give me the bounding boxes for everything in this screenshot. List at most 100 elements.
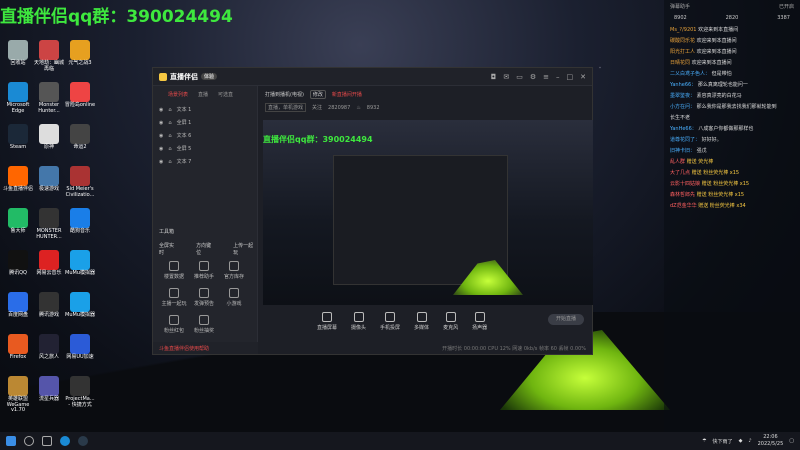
desktop-icon[interactable]: Monster Hunter... <box>33 82 65 114</box>
room-warning[interactable]: 新直播间开播 <box>332 91 362 98</box>
tool-upload[interactable]: 上传一起玩 <box>233 242 257 256</box>
desktop-icon[interactable]: 鲁大师 <box>2 208 34 235</box>
chat-username[interactable]: 二乂白鸢子色人： <box>670 71 710 77</box>
source-item[interactable]: ◉ ⌂ 全屏 1 <box>153 116 257 129</box>
desktop-icon[interactable]: 回收站 <box>2 40 34 67</box>
mic-button[interactable]: 麦克风 <box>443 312 458 331</box>
chat-username[interactable]: 墨翠鉴夜： <box>670 93 695 99</box>
edit-room-button[interactable]: 修改 <box>309 90 326 99</box>
lock-icon[interactable]: ⌂ <box>168 107 171 113</box>
clock[interactable]: 22:06 2022/5/25 <box>758 434 784 448</box>
tool-fullscreen[interactable]: 全屏实时 <box>159 242 178 256</box>
desktop-icon[interactable]: Microsoft Edge <box>2 82 34 114</box>
source-item[interactable]: ◉ ⌂ 全屏 5 <box>153 142 257 155</box>
desktop-icon[interactable]: 元气之战3 <box>64 40 96 67</box>
desktop-icon[interactable]: 百度网盘 <box>2 292 34 319</box>
desktop-icon[interactable]: Firefox <box>2 334 34 361</box>
stream-preview[interactable]: 直播伴侣qq群：390024494 <box>263 120 593 305</box>
desktop-icon[interactable]: 网易云音乐 <box>33 250 65 277</box>
menu-icon[interactable]: ≡ <box>543 73 549 81</box>
desktop-icon[interactable]: 英雄联盟WeGame v1.70 <box>2 376 34 414</box>
desktop-icon[interactable]: 命运2 <box>64 124 96 151</box>
chat-username[interactable]: Yanhe66： <box>670 82 696 88</box>
search-icon[interactable] <box>24 436 34 446</box>
desktop-icon[interactable]: 腾讯QQ <box>2 250 34 277</box>
eye-icon[interactable]: ◉ <box>159 159 163 165</box>
camera-button[interactable]: 摄像头 <box>351 312 366 331</box>
chat-status[interactable]: 已开启 <box>779 3 794 10</box>
desktop-icon[interactable]: 原神 <box>33 124 65 151</box>
lock-icon[interactable]: ⌂ <box>168 133 171 139</box>
desktop-icon[interactable]: ProjectMa... - 快捷方式 <box>64 376 96 408</box>
tool-item[interactable]: 官方库存 <box>219 261 249 280</box>
lock-icon[interactable]: ⌂ <box>168 120 171 126</box>
capture-screen-button[interactable]: 直播屏幕 <box>317 312 337 331</box>
desktop-icon[interactable]: 冒险岛online <box>64 82 96 109</box>
weather-icon[interactable]: ☂ <box>702 438 706 444</box>
shirt-icon[interactable]: ◘ <box>491 73 497 81</box>
eye-icon[interactable]: ◉ <box>159 146 163 152</box>
desktop-icon[interactable]: 酷狗音乐 <box>64 208 96 235</box>
chat-username[interactable]: 道尊花同了： <box>670 137 700 143</box>
media-button[interactable]: 多媒体 <box>414 312 429 331</box>
tool-item[interactable]: 发弹预告 <box>189 288 219 307</box>
chat-username[interactable]: 云影十四姑娘 <box>670 181 700 187</box>
desktop-icon[interactable]: 腾讯游戏 <box>33 292 65 319</box>
tool-item[interactable]: 粉丝抽奖 <box>189 315 219 334</box>
start-live-button[interactable]: 开始直播 <box>548 314 584 325</box>
chat-username[interactable]: 大了几点 <box>670 170 690 176</box>
tool-item[interactable]: 粉丝红包 <box>159 315 189 334</box>
chat-username[interactable]: 森林哲郎先 <box>670 192 695 198</box>
chat-username[interactable]: Ms_?/9201 <box>670 27 696 33</box>
source-item[interactable]: ◉ ⌂ 文本 7 <box>153 155 257 168</box>
desktop-icon[interactable]: 天地劫：幽城再临 <box>33 40 65 72</box>
room-category[interactable]: 直播，单机游戏 <box>265 103 307 112</box>
desktop-icon[interactable]: 斗鱼直播伴侣 <box>2 166 34 193</box>
chat-username[interactable]: 碳酸同乐花 <box>670 38 695 44</box>
app-badge[interactable]: 体验 <box>201 73 218 80</box>
chat-username[interactable]: 乱人群 <box>670 159 685 165</box>
eye-icon[interactable]: ◉ <box>159 107 163 113</box>
chat-username[interactable]: 阳光打工人 <box>670 49 695 55</box>
steam-icon[interactable] <box>78 436 88 446</box>
tool-item[interactable]: 主播一起玩 <box>159 288 189 307</box>
desktop-icon[interactable]: Sid Meier's Civilizatio... <box>64 166 96 198</box>
chat-username[interactable]: 小方在问： <box>670 104 695 110</box>
desktop-icon[interactable]: 流星兵器 <box>33 376 65 403</box>
eye-icon[interactable]: ◉ <box>159 120 163 126</box>
desktop-icon[interactable]: MuMu模拟器 <box>64 250 96 277</box>
chat-username[interactable]: 日晴花同 <box>670 60 690 66</box>
tab-scene-list[interactable]: 场景列表 <box>168 91 188 98</box>
desktop-icon[interactable]: MONSTER HUNTER... <box>33 208 65 240</box>
phone-cast-button[interactable]: 手机投屏 <box>380 312 400 331</box>
desktop-icon[interactable]: Steam <box>2 124 34 151</box>
maximize-icon[interactable]: □ <box>567 73 574 81</box>
chat-username[interactable]: YanHe66： <box>670 126 697 132</box>
help-notice[interactable]: 斗鱼直播伴侣使用帮助 <box>153 342 258 354</box>
network-icon[interactable]: ◆ <box>739 438 743 444</box>
lock-icon[interactable]: ⌂ <box>168 146 171 152</box>
tool-direction[interactable]: 方向键位 <box>196 242 215 256</box>
close-icon[interactable]: ✕ <box>580 73 586 81</box>
source-item[interactable]: ◉ ⌂ 文本 1 <box>153 103 257 116</box>
minimize-icon[interactable]: – <box>556 73 560 81</box>
lock-icon[interactable]: ⌂ <box>168 159 171 165</box>
windows-icon[interactable] <box>6 436 16 446</box>
desktop-icon[interactable]: 网易UU加速 <box>64 334 96 361</box>
tab-live[interactable]: 直播 <box>198 91 208 98</box>
notification-icon[interactable]: ▢ <box>789 438 794 444</box>
tab-optional[interactable]: 可选直 <box>218 91 233 98</box>
desktop-icon[interactable]: 极速游戏 <box>33 166 65 193</box>
chat-username[interactable]: dZ范金华华 <box>670 203 697 209</box>
speaker-button[interactable]: 扬声器 <box>472 312 487 331</box>
screen-icon[interactable]: ▭ <box>516 73 523 81</box>
edge-icon[interactable] <box>60 436 70 446</box>
chat-username[interactable]: 旧神卡旧： <box>670 148 695 154</box>
tool-item[interactable]: 推荐助手 <box>189 261 219 280</box>
volume-icon[interactable]: ♪ <box>748 438 751 444</box>
tool-item[interactable]: 小游戏 <box>219 288 249 307</box>
eye-icon[interactable]: ◉ <box>159 133 163 139</box>
gear-icon[interactable]: ⚙ <box>530 73 536 81</box>
tool-item[interactable]: 楼置数据 <box>159 261 189 280</box>
weather-text[interactable]: 快下雨了 <box>713 438 733 445</box>
